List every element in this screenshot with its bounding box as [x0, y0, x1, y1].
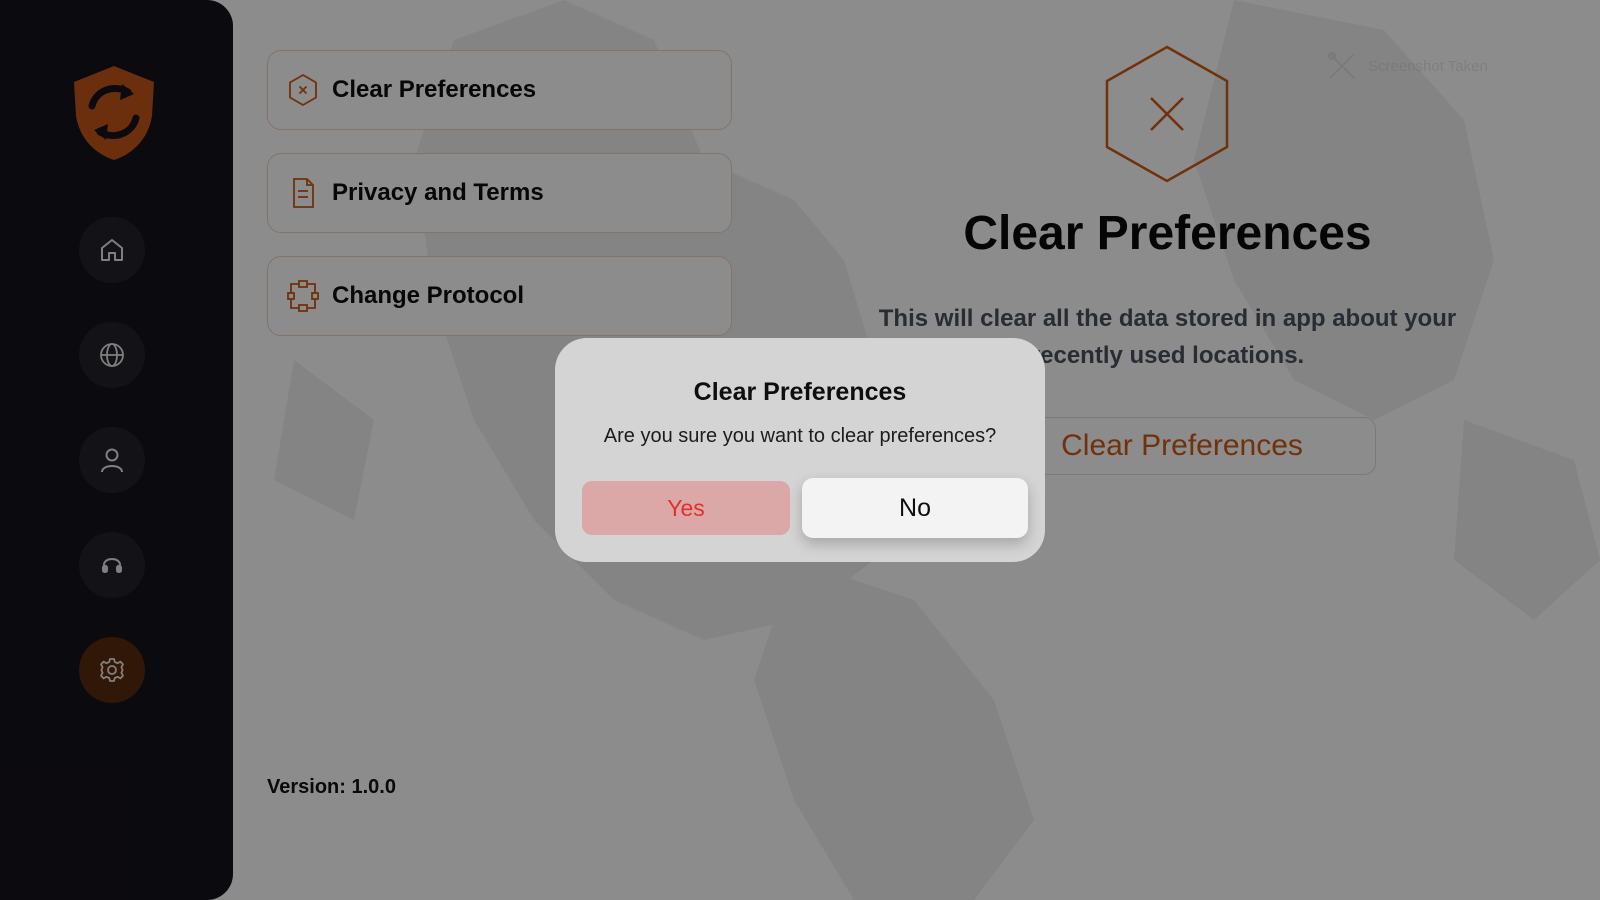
yes-button[interactable]: Yes [582, 481, 790, 535]
no-button[interactable]: No [802, 478, 1028, 538]
confirm-dialog: Clear Preferences Are you sure you want … [555, 338, 1045, 562]
dialog-message: Are you sure you want to clear preferenc… [603, 425, 997, 447]
dialog-title: Clear Preferences [693, 378, 907, 406]
